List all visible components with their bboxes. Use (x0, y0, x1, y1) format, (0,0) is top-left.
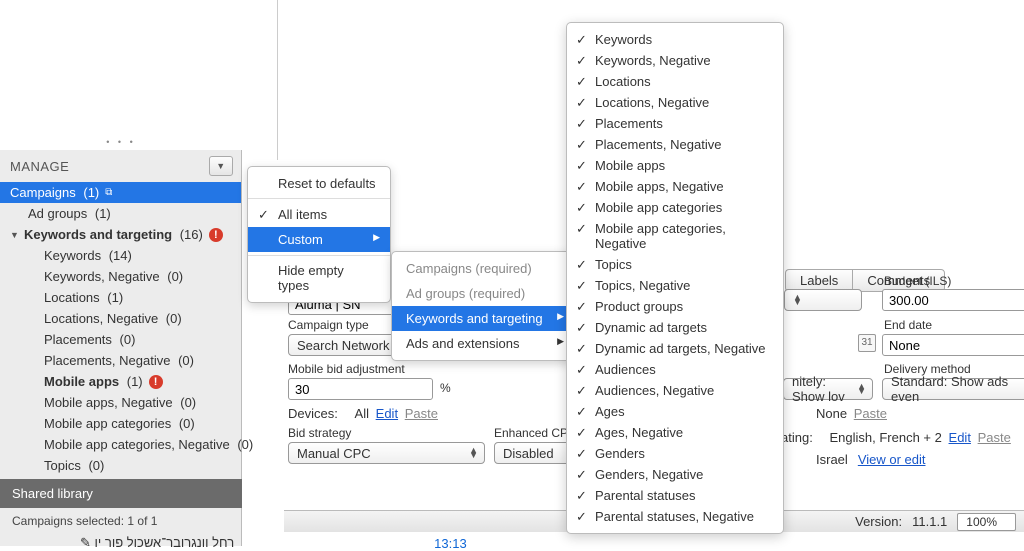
checklist-item[interactable]: Genders, Negative (567, 464, 783, 485)
menu-all-items[interactable]: All items (248, 202, 390, 227)
checklist-item[interactable]: Dynamic ad targets (567, 317, 783, 338)
devices-edit-link[interactable]: Edit (376, 406, 398, 421)
menu-custom[interactable]: Custom (248, 227, 390, 252)
manage-label: MANAGE (10, 159, 69, 174)
checklist-item[interactable]: Keywords, Negative (567, 50, 783, 71)
tree-row[interactable]: Keywords (14) (0, 245, 241, 266)
locations-row: Israel View or edit (816, 452, 926, 467)
checklist-item[interactable]: Keywords (567, 29, 783, 50)
checklist-item[interactable]: Genders (567, 443, 783, 464)
devices-paste-link[interactable]: Paste (405, 406, 438, 421)
schedule-none: None Paste (816, 406, 887, 421)
locations-view-edit-link[interactable]: View or edit (858, 452, 926, 467)
tree-row[interactable]: Mobile apps, Negative (0) (0, 392, 241, 413)
submenu-adgroups[interactable]: Ad groups (required) (392, 281, 574, 306)
tree-row[interactable]: Placements, Negative (0) (0, 350, 241, 371)
submenu-campaigns[interactable]: Campaigns (required) (392, 256, 574, 281)
enhanced-cpc-label: Enhanced CPC (494, 426, 577, 440)
bottom-scrap: ✎ רחל וונגרובר־אשכול פור יו 13:13 (80, 535, 467, 551)
checklist-item[interactable]: Locations, Negative (567, 92, 783, 113)
tree-row[interactable]: Locations (1) (0, 287, 241, 308)
shared-library-row[interactable]: Shared library (0, 479, 242, 508)
version-label: Version: (855, 514, 902, 529)
select-arrows-icon: ▲▼ (793, 295, 802, 305)
budget-label: Budget (ILS) (884, 274, 951, 288)
menu-hide-empty[interactable]: Hide empty types (248, 255, 390, 298)
budget-input[interactable] (882, 289, 1024, 311)
tree-row[interactable]: Mobile app categories (0) (0, 413, 241, 434)
tree-row[interactable]: Mobile app categories, Negative (0) (0, 434, 241, 455)
version-value: 11.1.1 (912, 514, 947, 529)
tree-row[interactable]: Mobile apps (1)! (0, 371, 241, 392)
external-link-icon: ⧉ (105, 187, 112, 198)
bid-strategy-label: Bid strategy (288, 426, 351, 440)
mobile-bid-label: Mobile bid adjustment (288, 362, 405, 376)
tree-row[interactable]: Keywords, Negative (0) (0, 266, 241, 287)
checklist-item[interactable]: Mobile apps, Negative (567, 176, 783, 197)
sidebar-tree: Campaigns (1)⧉Ad groups (1)▼Keywords and… (0, 182, 241, 497)
checklist-item[interactable]: Placements (567, 113, 783, 134)
checklist-item[interactable]: Ages, Negative (567, 422, 783, 443)
menu-reset-defaults[interactable]: Reset to defaults (248, 171, 390, 199)
end-date-label: End date (884, 318, 932, 332)
checklist-item[interactable]: Mobile app categories, Negative (567, 218, 783, 254)
select-arrows-icon: ▲▼ (857, 384, 866, 394)
select-arrows-icon: ▲▼ (469, 448, 478, 458)
checklist-item[interactable]: Locations (567, 71, 783, 92)
tree-row[interactable]: Topics (0) (0, 455, 241, 476)
checklist-item[interactable]: Mobile apps (567, 155, 783, 176)
targeting-checklist: KeywordsKeywords, NegativeLocationsLocat… (566, 22, 784, 534)
calendar-icon[interactable]: 31 (858, 334, 876, 352)
end-date-input[interactable] (882, 334, 1024, 356)
checklist-item[interactable]: Dynamic ad targets, Negative (567, 338, 783, 359)
bid-strategy-select[interactable]: Manual CPC ▲▼ (288, 442, 485, 464)
checklist-item[interactable]: Topics (567, 254, 783, 275)
delivery-select[interactable]: Standard: Show ads even (882, 378, 1024, 400)
checklist-item[interactable]: Parental statuses (567, 485, 783, 506)
devices-label: Devices: All Edit Paste (288, 406, 438, 421)
tree-row[interactable]: Campaigns (1)⧉ (0, 182, 241, 203)
manage-dropdown-menu: Reset to defaults All items Custom Hide … (247, 166, 391, 303)
percent-label: % (440, 381, 451, 395)
alert-icon: ! (149, 375, 163, 389)
unknown-select[interactable]: ▲▼ (784, 289, 862, 311)
disclosure-triangle-icon: ▼ (10, 230, 20, 240)
checklist-item[interactable]: Parental statuses, Negative (567, 506, 783, 527)
checklist-item[interactable]: Audiences, Negative (567, 380, 783, 401)
tree-row[interactable]: Locations, Negative (0) (0, 308, 241, 329)
selection-status: Campaigns selected: 1 of 1 (0, 510, 242, 532)
languages-row: ating: English, French + 2 Edit Paste (781, 430, 1011, 445)
alert-icon: ! (209, 228, 223, 242)
checklist-item[interactable]: Audiences (567, 359, 783, 380)
checklist-item[interactable]: Placements, Negative (567, 134, 783, 155)
checklist-item[interactable]: Topics, Negative (567, 275, 783, 296)
custom-submenu: Campaigns (required) Ad groups (required… (391, 251, 575, 361)
panel-resize-handle[interactable]: • • • (0, 137, 242, 147)
ad-rotation-select[interactable]: nitely: Show lov ▲▼ (783, 378, 873, 400)
checklist-item[interactable]: Ages (567, 401, 783, 422)
tree-row[interactable]: ▼Keywords and targeting (16)! (0, 224, 241, 245)
tree-row[interactable]: Placements (0) (0, 329, 241, 350)
checklist-item[interactable]: Mobile app categories (567, 197, 783, 218)
submenu-keywords-targeting[interactable]: Keywords and targeting (392, 306, 574, 331)
campaign-type-label: Campaign type (288, 318, 369, 332)
schedule-paste-link[interactable]: Paste (854, 406, 887, 421)
manage-dropdown-button[interactable]: ▼ (209, 156, 233, 176)
submenu-ads-extensions[interactable]: Ads and extensions (392, 331, 574, 356)
languages-paste-link[interactable]: Paste (978, 430, 1011, 445)
tree-row[interactable]: Ad groups (1) (0, 203, 241, 224)
languages-edit-link[interactable]: Edit (949, 430, 971, 445)
zoom-box[interactable]: 100% (957, 513, 1016, 531)
checklist-item[interactable]: Product groups (567, 296, 783, 317)
mobile-bid-input[interactable] (288, 378, 433, 400)
